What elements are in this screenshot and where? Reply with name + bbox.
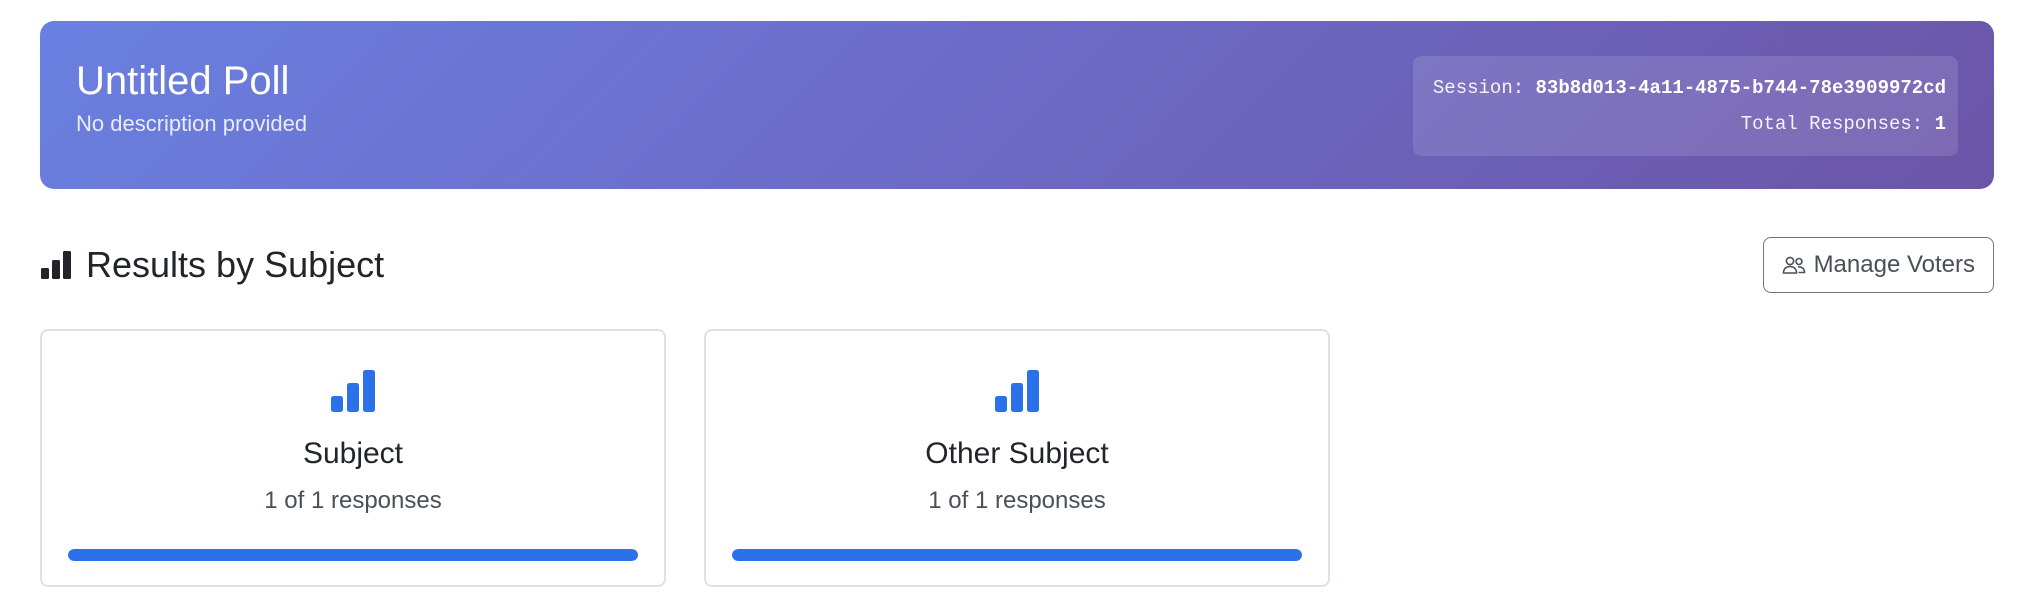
poll-description: No description provided (76, 111, 308, 136)
session-label: Session: (1432, 77, 1525, 99)
results-section-title: Results by Subject (40, 244, 384, 286)
session-info-box: Session: 83b8d013-4a11-4875-b744-78e3909… (1412, 56, 1958, 156)
manage-voters-button[interactable]: Manage Voters (1762, 237, 1994, 293)
bar-chart-icon (42, 369, 664, 413)
subject-name: Other Subject (925, 437, 1109, 470)
subject-progress-fill (732, 549, 1302, 561)
session-row: Session: 83b8d013-4a11-4875-b744-78e3909… (1433, 70, 1946, 106)
subject-progress-bar (732, 549, 1302, 561)
subject-responses: 1 of 1 responses (264, 487, 442, 514)
total-responses-label: Total Responses: (1740, 113, 1924, 135)
manage-voters-label: Manage Voters (1813, 251, 1975, 278)
poll-title: Untitled Poll (76, 59, 290, 103)
bar-chart-icon (40, 250, 72, 280)
total-responses-value: 1 (1934, 113, 1946, 135)
people-icon (1782, 254, 1806, 276)
results-section-title-text: Results by Subject (86, 244, 385, 285)
poll-header-banner: Untitled Poll No description provided Se… (40, 21, 1994, 189)
subject-card[interactable]: Other Subject 1 of 1 responses (704, 329, 1330, 587)
subject-name: Subject (302, 437, 404, 470)
subject-progress-fill (68, 549, 638, 561)
bar-chart-icon (706, 369, 1328, 413)
subject-card[interactable]: Subject 1 of 1 responses (40, 329, 666, 587)
session-id: 83b8d013-4a11-4875-b744-78e3909972cd (1535, 77, 1946, 99)
subject-responses: 1 of 1 responses (928, 487, 1106, 514)
poll-header-text: Untitled Poll No description provided (76, 57, 307, 137)
subject-progress-bar (68, 549, 638, 561)
results-section-header: Results by Subject Manage Voters (40, 237, 1994, 293)
subject-cards: Subject 1 of 1 responses Other Subject 1… (40, 329, 1994, 587)
total-responses-row: Total Responses: 1 (1433, 106, 1946, 142)
page: Untitled Poll No description provided Se… (0, 0, 2034, 612)
